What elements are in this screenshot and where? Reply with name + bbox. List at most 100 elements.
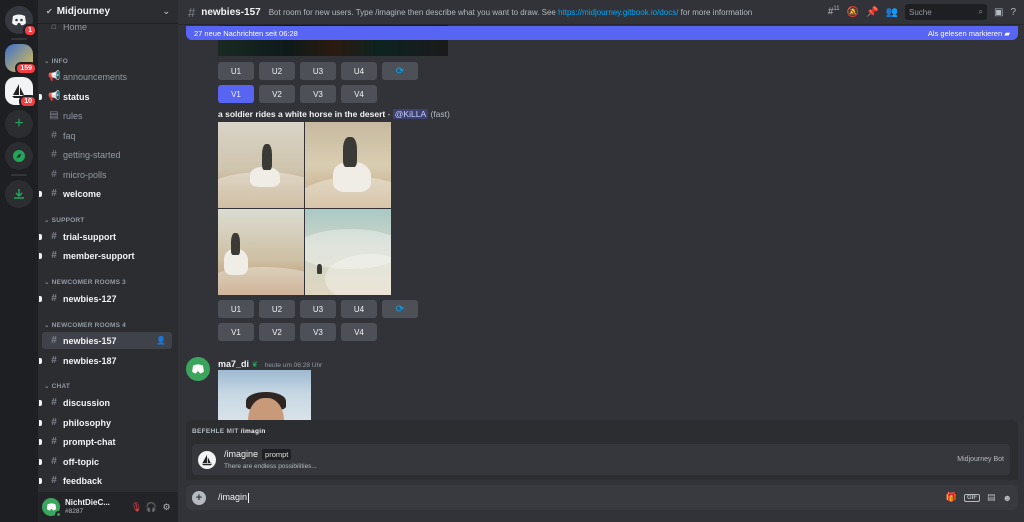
refresh-icon: ⟳ xyxy=(395,65,405,77)
gif-icon[interactable]: GIF xyxy=(964,493,980,502)
grid-image-4[interactable] xyxy=(305,209,391,295)
v2-button[interactable]: V2 xyxy=(259,85,295,103)
message-header: ma7_di ❦ heute um 06:28 Uhr xyxy=(218,359,322,369)
category-newcomer-rooms-3[interactable]: ⌄ NEWCOMER ROOMS 3 xyxy=(44,278,126,286)
gear-icon[interactable]: ⚙ xyxy=(159,502,174,513)
refresh-icon: ⟳ xyxy=(395,303,405,315)
v4-button[interactable]: V4 xyxy=(341,85,377,103)
headphones-icon[interactable]: 🎧 xyxy=(144,502,159,513)
user-mention[interactable]: @KiLLA xyxy=(392,109,429,119)
message-input[interactable]: /imagin xyxy=(218,492,939,503)
add-server-icon[interactable]: + xyxy=(5,110,33,138)
sidebar-item-off-topic[interactable]: # off-topic xyxy=(39,453,172,470)
emoji-icon[interactable]: ☻ xyxy=(1003,493,1012,503)
command-label: /imagine xyxy=(224,449,259,459)
autocomplete-header: BEFEHLE MIT /imagin xyxy=(192,428,266,435)
help-icon[interactable]: ? xyxy=(1010,7,1016,18)
category-support[interactable]: ⌄ SUPPORT xyxy=(44,216,84,224)
avatar[interactable] xyxy=(186,357,210,381)
search-input[interactable]: Suche ⌕ xyxy=(904,4,987,20)
hash-icon: # xyxy=(51,436,57,447)
server-2-badge: 159 xyxy=(15,62,37,75)
sidebar-item-newbies-187[interactable]: # newbies-187 xyxy=(39,352,172,369)
v3-button[interactable]: V3 xyxy=(300,323,336,341)
reroll-button[interactable]: ⟳ xyxy=(382,300,418,318)
text-caret xyxy=(248,492,250,503)
channel-title: newbies-157 xyxy=(201,6,261,18)
hash-icon: # xyxy=(51,231,57,242)
sidebar-item-philosophy[interactable]: # philosophy xyxy=(39,414,172,431)
sidebar-item-announcements[interactable]: 📢 announcements xyxy=(42,68,172,85)
grid-image-3[interactable] xyxy=(218,209,304,295)
explore-icon[interactable] xyxy=(5,142,33,170)
sidebar-item-member-support[interactable]: # member-support xyxy=(39,247,172,264)
sidebar-item-status[interactable]: 📢 status xyxy=(39,88,172,105)
add-attachment-button[interactable]: + xyxy=(192,490,206,505)
mark-as-read-button[interactable]: Als gelesen markieren ▰ xyxy=(928,29,1010,38)
v1-button[interactable]: V1 xyxy=(218,85,254,103)
member-list-icon[interactable]: 👥 xyxy=(886,7,898,18)
sticker-icon[interactable]: ▤ xyxy=(987,492,996,503)
user-info[interactable]: NichtDieC... #8287 xyxy=(65,498,129,516)
sidebar-item-prompt-chat[interactable]: # prompt-chat xyxy=(39,433,172,450)
u3-button[interactable]: U3 xyxy=(300,300,336,318)
u2-button[interactable]: U2 xyxy=(259,62,295,80)
server-header[interactable]: ✔ Midjourney ⌄ xyxy=(38,0,178,24)
image-grid[interactable] xyxy=(218,122,391,295)
threads-icon[interactable]: #11 xyxy=(828,6,840,17)
server-2-icon[interactable]: 159 xyxy=(5,44,37,75)
u4-button[interactable]: U4 xyxy=(341,300,377,318)
u2-button[interactable]: U2 xyxy=(259,300,295,318)
v3-button[interactable]: V3 xyxy=(300,85,336,103)
discord-icon xyxy=(46,503,56,511)
sidebar-item-faq[interactable]: # faq xyxy=(42,127,172,144)
attached-image[interactable] xyxy=(218,370,311,420)
category-label: INFO xyxy=(51,58,68,65)
message-author[interactable]: ma7_di xyxy=(218,359,249,369)
midjourney-server-icon[interactable]: 10 xyxy=(5,77,37,108)
sidebar-item-getting-started[interactable]: # getting-started xyxy=(42,146,172,163)
grid-image-1[interactable] xyxy=(218,122,304,208)
user-tag: #8287 xyxy=(65,508,84,515)
avatar[interactable] xyxy=(42,498,62,518)
notifications-muted-icon[interactable]: 🔕 xyxy=(847,7,859,18)
download-icon[interactable] xyxy=(5,180,33,208)
sidebar-item-rules[interactable]: ▤ rules xyxy=(42,107,172,124)
topic-link[interactable]: https://midjourney.gitbook.io/docs/ xyxy=(558,8,678,17)
sidebar-item-newbies-127[interactable]: # newbies-127 xyxy=(39,290,172,307)
reroll-button[interactable]: ⟳ xyxy=(382,62,418,80)
sidebar-item-micro-polls[interactable]: # micro-polls xyxy=(42,166,172,183)
inbox-icon[interactable]: ▣ xyxy=(994,7,1003,18)
u1-button[interactable]: U1 xyxy=(218,300,254,318)
mute-microphone-icon[interactable]: 🎙 xyxy=(129,502,144,513)
sidebar-item-label: prompt-chat xyxy=(63,436,116,447)
server-name: Midjourney xyxy=(56,6,111,17)
sidebar-item-discussion[interactable]: # discussion xyxy=(39,394,172,411)
v1-button[interactable]: V1 xyxy=(218,323,254,341)
chevron-down-icon: ⌄ xyxy=(162,6,170,16)
v4-button[interactable]: V4 xyxy=(341,323,377,341)
category-chat[interactable]: ⌄ CHAT xyxy=(44,382,70,390)
sidebar-item-label: off-topic xyxy=(63,456,99,467)
sidebar-item-welcome[interactable]: # welcome xyxy=(39,185,172,202)
pin-icon[interactable]: 📌 xyxy=(866,7,878,18)
command-option-imagine[interactable]: /imagine prompt There are endless possibi… xyxy=(192,444,1010,475)
category-newcomer-rooms-4[interactable]: ⌄ NEWCOMER ROOMS 4 xyxy=(44,321,126,329)
sidebar-item-label: newbies-187 xyxy=(63,355,117,366)
gift-icon[interactable]: 🎁 xyxy=(946,492,957,503)
channel-topic[interactable]: Bot room for new users. Type /imagine th… xyxy=(269,8,753,17)
sidebar-item-trial-support[interactable]: # trial-support xyxy=(39,228,172,245)
new-messages-bar[interactable]: 27 neue Nachrichten seit 06:28 Als geles… xyxy=(186,26,1018,40)
category-info[interactable]: ⌄ INFO xyxy=(44,57,68,65)
grid-image-2[interactable] xyxy=(305,122,391,208)
home-button[interactable]: 1 xyxy=(5,6,37,37)
u4-button[interactable]: U4 xyxy=(341,62,377,80)
unread-indicator xyxy=(39,233,42,240)
sidebar-item-newbies-157[interactable]: # newbies-157 👤 xyxy=(42,332,172,349)
sidebar-item-feedback[interactable]: # feedback xyxy=(39,472,172,489)
add-member-icon[interactable]: 👤 xyxy=(156,336,166,345)
unread-indicator xyxy=(39,477,42,484)
v2-button[interactable]: V2 xyxy=(259,323,295,341)
u3-button[interactable]: U3 xyxy=(300,62,336,80)
u1-button[interactable]: U1 xyxy=(218,62,254,80)
